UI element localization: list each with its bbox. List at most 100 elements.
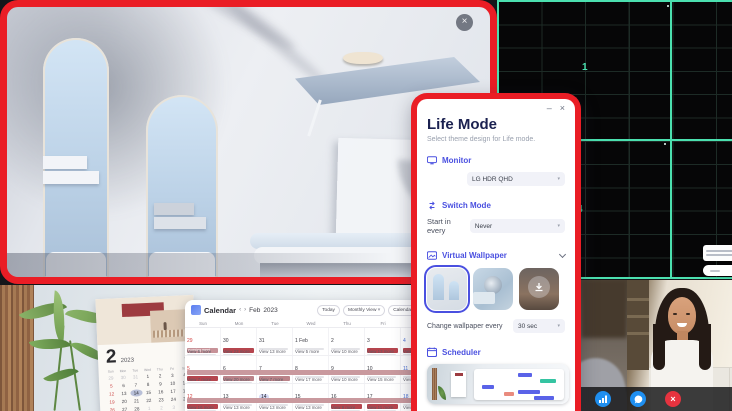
view-more-link[interactable]: View 13 more bbox=[223, 405, 250, 410]
calendar-day-cell[interactable]: 30View 23 more bbox=[221, 328, 257, 355]
monitor-select[interactable]: LG HDR QHD ▾ bbox=[467, 172, 565, 186]
view-more-link[interactable]: View 20 more bbox=[223, 377, 250, 382]
view-more-link[interactable]: View 13 more bbox=[259, 405, 286, 410]
chat-button[interactable] bbox=[630, 391, 646, 407]
calendar-day-cell[interactable]: 3View 13 more bbox=[365, 328, 401, 355]
dropdown-arrow-icon: ▾ bbox=[557, 223, 560, 229]
monitor-label: Monitor bbox=[442, 156, 471, 165]
wall-calendar-day: 3 bbox=[166, 372, 179, 380]
wallpaper-thumb-studio[interactable] bbox=[473, 268, 513, 310]
calendar-month: Feb bbox=[249, 307, 260, 314]
wall-calendar-day: 23 bbox=[155, 396, 168, 404]
end-call-button[interactable]: × bbox=[665, 391, 681, 407]
view-more-link[interactable]: View 15 more bbox=[367, 377, 394, 382]
switch-mode-icon bbox=[427, 201, 437, 210]
calendar-day-header: Mon bbox=[221, 320, 257, 328]
wall-calendar-day: 10 bbox=[166, 380, 179, 388]
calendar-app-icon bbox=[191, 305, 201, 315]
calendar-day-header: Sun bbox=[185, 320, 221, 328]
wall-calendar-day: 24 bbox=[167, 396, 180, 404]
grid-tooltip-button[interactable] bbox=[703, 265, 732, 276]
wall-calendar-day: 3 bbox=[167, 404, 180, 411]
calendar-app-header: Calendar ‹ › Feb 2023 Today Monthly View… bbox=[185, 300, 437, 320]
monitor-section: Monitor bbox=[427, 156, 565, 165]
screenshot-root: 1 4 bbox=[0, 0, 732, 411]
wall-calendar-day: 2 bbox=[155, 404, 168, 411]
calendar-week-row: 12View 16 more13View 13 more14View 13 mo… bbox=[185, 384, 437, 411]
wall-calendar-day-header: Sun bbox=[104, 369, 116, 374]
plant-leaf bbox=[49, 290, 68, 343]
next-month-icon[interactable]: › bbox=[244, 307, 246, 313]
wallpaper-thumb-arches-selected[interactable] bbox=[427, 268, 467, 310]
wall-calendar-widget: 2 2023 ‹ › SunMonTueWedThuFriSat29303112… bbox=[95, 295, 198, 411]
wall-calendar-day: 28 bbox=[131, 405, 144, 411]
cell-date: 1 Feb bbox=[295, 338, 308, 344]
chevron-down-icon[interactable] bbox=[559, 250, 566, 257]
view-more-link[interactable]: View 11 more bbox=[367, 405, 393, 410]
view-more-link[interactable]: View 5 more bbox=[187, 349, 211, 354]
wall-calendar-day: 9 bbox=[154, 380, 167, 388]
scheduler-preview-image[interactable] bbox=[427, 364, 569, 404]
calendar-day-headers: SunMonTueWedThuFriSat bbox=[185, 320, 437, 328]
view-more-link[interactable]: View 16 more bbox=[187, 405, 214, 410]
close-icon[interactable]: × bbox=[560, 103, 565, 113]
today-button[interactable]: Today bbox=[317, 305, 340, 316]
image-icon bbox=[427, 251, 437, 260]
cell-date: 29 bbox=[187, 338, 193, 344]
shelf-bracket bbox=[307, 99, 322, 136]
view-more-link[interactable]: View 23 more bbox=[223, 349, 250, 354]
monitor-icon bbox=[427, 156, 437, 165]
multi-day-event-bar[interactable] bbox=[187, 398, 435, 403]
wall-calendar-day-header: Mon bbox=[117, 369, 129, 374]
view-more-link[interactable]: View 7 more bbox=[259, 377, 283, 382]
grid-marker-dot bbox=[667, 5, 669, 7]
view-more-link[interactable]: View 10 more bbox=[331, 349, 358, 354]
wall-calendar-day: 16 bbox=[154, 388, 167, 396]
wall-calendar-day: 6 bbox=[117, 382, 130, 390]
wall-calendar-day: 19 bbox=[106, 398, 119, 406]
scheduler-label: Scheduler bbox=[442, 348, 481, 357]
calendar-day-header: Tue bbox=[257, 320, 293, 328]
view-selector[interactable]: Monthly View ▾ bbox=[343, 305, 385, 316]
close-icon[interactable]: × bbox=[456, 14, 473, 31]
calendar-day-cell[interactable]: 2 View 10 more bbox=[329, 328, 365, 355]
view-more-link[interactable]: View 13 more bbox=[367, 349, 394, 354]
calendar-grid: 29morning meetView 5 more30View 23 more3… bbox=[185, 328, 437, 411]
switch-interval-select[interactable]: Never ▾ bbox=[470, 219, 565, 233]
view-more-link[interactable]: View 17 more bbox=[295, 377, 322, 382]
view-more-link[interactable]: View 5 more bbox=[295, 349, 319, 354]
calendar-day-cell[interactable]: 31View 13 more bbox=[257, 328, 293, 355]
view-more-link[interactable]: View 7 more bbox=[187, 377, 211, 382]
calendar-day-cell[interactable]: 1 Feb View 5 more bbox=[293, 328, 329, 355]
view-more-link[interactable]: View 13 more bbox=[295, 405, 322, 410]
calendar-app-window: Calendar ‹ › Feb 2023 Today Monthly View… bbox=[185, 300, 437, 411]
wall-calendar-day: 5 bbox=[105, 382, 118, 390]
wall-calendar-day: 30 bbox=[117, 374, 130, 382]
signal-quality-button[interactable] bbox=[595, 391, 611, 407]
minimize-icon[interactable]: – bbox=[547, 103, 552, 113]
download-icon bbox=[528, 276, 550, 298]
wall-calendar-day: 21 bbox=[130, 397, 143, 405]
wallpaper-thumb-download[interactable] bbox=[519, 268, 559, 310]
wall-calendar-day-header: Tue bbox=[129, 368, 141, 373]
cell-date: 2 bbox=[331, 338, 334, 344]
view-more-link[interactable]: View 13 more bbox=[259, 349, 286, 354]
wall-calendar-year: 2023 bbox=[121, 358, 135, 365]
prev-month-icon[interactable]: ‹ bbox=[239, 307, 241, 313]
calendar-day-header: Wed bbox=[293, 320, 329, 328]
wall-calendar-month: 2 bbox=[105, 346, 117, 368]
wallpaper-interval-select[interactable]: 30 sec ▾ bbox=[513, 319, 565, 333]
view-more-link[interactable]: View 9 more bbox=[331, 405, 355, 410]
wood-slat-wall bbox=[0, 285, 34, 411]
wall-calendar-day: 15 bbox=[142, 389, 155, 397]
multi-day-event-bar[interactable] bbox=[187, 370, 435, 375]
grid-tooltip bbox=[703, 245, 732, 276]
wall-calendar-day: 31 bbox=[129, 373, 142, 381]
calendar-day-cell[interactable]: 29morning meetView 5 more bbox=[185, 328, 221, 355]
close-icon: × bbox=[670, 391, 675, 407]
view-more-link[interactable]: View 10 more bbox=[331, 377, 358, 382]
floor-shadow bbox=[7, 253, 393, 277]
arch-niche-large bbox=[43, 38, 109, 278]
wall-calendar-illustration bbox=[95, 295, 195, 345]
dropdown-arrow-icon: ▾ bbox=[557, 323, 560, 329]
